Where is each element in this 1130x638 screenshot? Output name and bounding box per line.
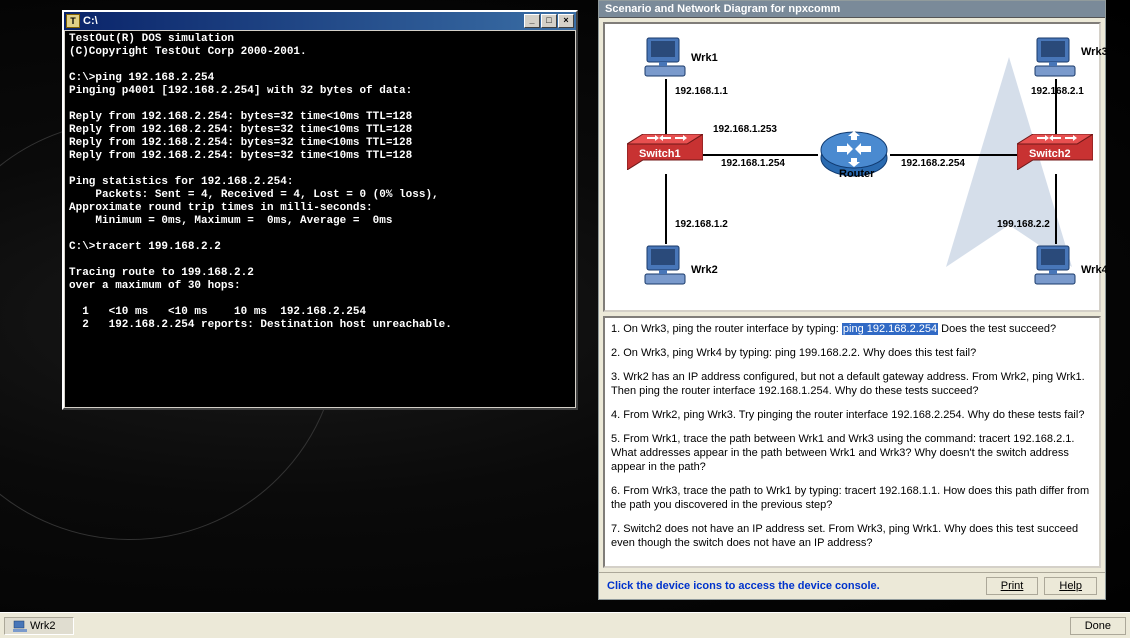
taskbar-item-label: Wrk2 bbox=[30, 620, 55, 632]
label-wrk1: Wrk1 bbox=[691, 52, 718, 64]
question-3: 3. Wrk2 has an IP address configured, bu… bbox=[611, 370, 1093, 398]
question-5: 5. From Wrk1, trace the path between Wrk… bbox=[611, 432, 1093, 474]
ip-switch1-up: 192.168.1.253 bbox=[713, 124, 777, 135]
wire bbox=[700, 154, 818, 156]
label-switch2: Switch2 bbox=[1029, 148, 1071, 160]
help-button[interactable]: Help bbox=[1044, 577, 1097, 595]
wire bbox=[1055, 174, 1057, 244]
monitor-icon bbox=[13, 620, 27, 632]
wire bbox=[665, 79, 667, 134]
taskbar: Wrk2 Done bbox=[0, 612, 1130, 638]
question-7: 7. Switch2 does not have an IP address s… bbox=[611, 522, 1093, 550]
scenario-title: Scenario and Network Diagram for npxcomm bbox=[599, 1, 1105, 18]
question-2: 2. On Wrk3, ping Wrk4 by typing: ping 19… bbox=[611, 346, 1093, 360]
question-6: 6. From Wrk3, trace the path to Wrk1 by … bbox=[611, 484, 1093, 512]
terminal-window: T C:\ _ □ × TestOut(R) DOS simulation (C… bbox=[62, 10, 578, 410]
device-switch2[interactable]: Switch2 bbox=[1017, 134, 1093, 173]
label-wrk4: Wrk4 bbox=[1081, 264, 1108, 276]
network-diagram: Wrk1 192.168.1.1 Wrk3 192.168.2.1 Switch… bbox=[603, 22, 1101, 312]
taskbar-item-wrk2[interactable]: Wrk2 bbox=[4, 617, 74, 635]
question-4: 4. From Wrk2, ping Wrk3. Try pinging the… bbox=[611, 408, 1093, 422]
highlighted-command: ping 192.168.2.254 bbox=[842, 323, 938, 335]
maximize-button[interactable]: □ bbox=[541, 14, 557, 28]
label-switch1: Switch1 bbox=[639, 148, 681, 160]
device-switch1[interactable]: Switch1 bbox=[627, 134, 703, 173]
question-1: 1. On Wrk3, ping the router interface by… bbox=[611, 322, 1093, 336]
wire bbox=[665, 174, 667, 244]
done-button[interactable]: Done bbox=[1070, 617, 1126, 635]
ip-router-left: 192.168.1.254 bbox=[721, 158, 785, 169]
terminal-icon: T bbox=[66, 14, 80, 28]
terminal-title: C:\ bbox=[83, 15, 524, 27]
footer-hint: Click the device icons to access the dev… bbox=[607, 580, 980, 592]
label-router: Router bbox=[839, 168, 874, 180]
ip-wrk1: 192.168.1.1 bbox=[675, 86, 728, 97]
terminal-titlebar[interactable]: T C:\ _ □ × bbox=[64, 12, 576, 30]
wire bbox=[890, 154, 1018, 156]
device-wrk3[interactable] bbox=[1033, 36, 1077, 81]
label-wrk2: Wrk2 bbox=[691, 264, 718, 276]
terminal-output[interactable]: TestOut(R) DOS simulation (C)Copyright T… bbox=[65, 31, 575, 407]
device-wrk4[interactable] bbox=[1033, 244, 1077, 289]
label-wrk3: Wrk3 bbox=[1081, 46, 1108, 58]
ip-router-right: 192.168.2.254 bbox=[901, 158, 965, 169]
instructions-panel[interactable]: 1. On Wrk3, ping the router interface by… bbox=[603, 316, 1101, 568]
device-wrk2[interactable] bbox=[643, 244, 687, 289]
print-button[interactable]: Print bbox=[986, 577, 1039, 595]
close-button[interactable]: × bbox=[558, 14, 574, 28]
device-wrk1[interactable] bbox=[643, 36, 687, 81]
ip-wrk3: 192.168.2.1 bbox=[1031, 86, 1084, 97]
scenario-panel: Scenario and Network Diagram for npxcomm… bbox=[598, 0, 1106, 600]
scenario-footer: Click the device icons to access the dev… bbox=[599, 572, 1105, 599]
minimize-button[interactable]: _ bbox=[524, 14, 540, 28]
ip-wrk2: 192.168.1.2 bbox=[675, 219, 728, 230]
ip-wrk4: 199.168.2.2 bbox=[997, 219, 1050, 230]
